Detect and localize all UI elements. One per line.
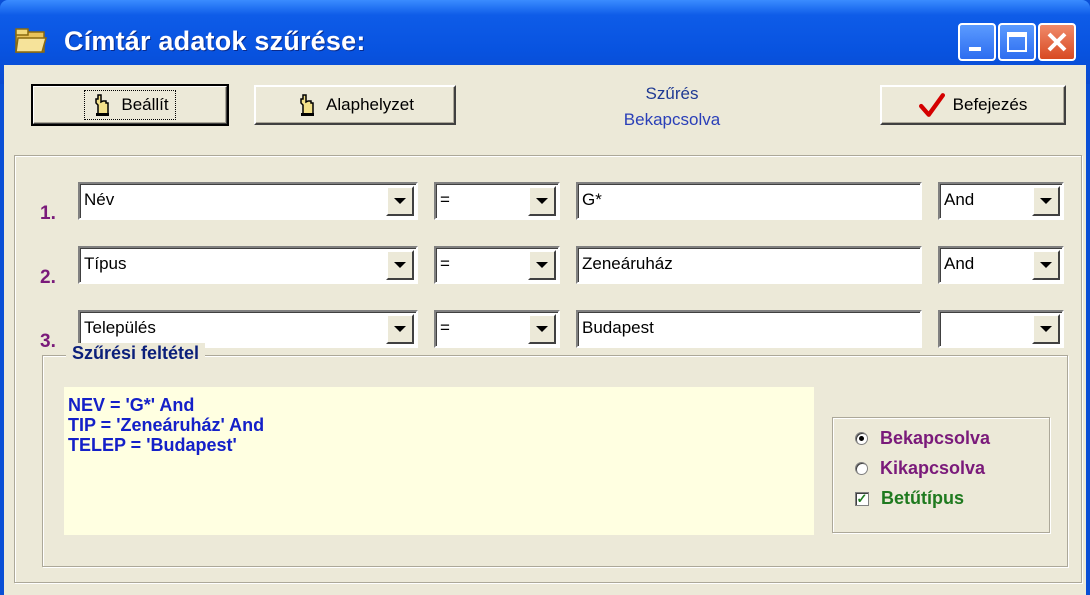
chevron-down-icon[interactable] (386, 250, 414, 280)
finish-button[interactable]: Befejezés (880, 85, 1066, 125)
logic-select[interactable] (938, 310, 1064, 348)
operator-select[interactable]: = (434, 246, 560, 284)
row-number: 2. (40, 267, 56, 288)
filter-options-group: Bekapcsolva Kikapcsolva ✓ Betűtípus (832, 417, 1050, 533)
filter-off-label: Kikapcsolva (880, 458, 986, 478)
logic-select[interactable]: And (938, 246, 1064, 284)
font-checkbox[interactable]: ✓ Betűtípus (855, 488, 964, 509)
field-select-value: Település (84, 318, 156, 337)
window-title: Címtár adatok szűrése: (64, 26, 366, 56)
row-number: 1. (40, 203, 56, 224)
value-input-text: Budapest (582, 318, 654, 337)
radio-selected-icon[interactable] (855, 432, 868, 445)
folder-icon (15, 28, 47, 53)
checkbox-checked-icon[interactable]: ✓ (855, 491, 869, 506)
filter-status: Szűrés Bekapcsolva (552, 81, 792, 133)
set-button[interactable]: Beállít (31, 84, 229, 126)
field-select[interactable]: Név (78, 182, 418, 220)
chevron-down-icon[interactable] (528, 314, 556, 344)
filter-condition-label: Szűrési feltétel (66, 343, 206, 364)
chevron-down-icon[interactable] (528, 186, 556, 216)
filter-line: TIP = 'Zeneáruház' And (68, 415, 265, 435)
field-select-value: Név (84, 190, 115, 209)
logic-select-value: And (944, 190, 975, 209)
value-input[interactable]: G* (576, 182, 922, 220)
filter-line: TELEP = 'Budapest' (68, 435, 237, 455)
filter-line: NEV = 'G*' And (68, 395, 195, 415)
hand-icon (95, 94, 110, 116)
field-select-value: Típus (84, 254, 127, 273)
checkmark-icon (918, 93, 945, 117)
chevron-down-icon[interactable] (386, 186, 414, 216)
window: Címtár adatok szűrése: Beállít Alaphelyz… (0, 0, 1090, 595)
value-input[interactable]: Budapest (576, 310, 922, 348)
status-line-1: Szűrés (645, 84, 699, 103)
status-line-2: Bekapcsolva (623, 110, 721, 129)
logic-select-value: And (944, 254, 975, 273)
finish-button-label: Befejezés (952, 95, 1028, 114)
filter-on-label: Bekapcsolva (880, 428, 991, 448)
chevron-down-icon[interactable] (1032, 314, 1060, 344)
maximize-icon (1007, 32, 1027, 52)
radio-icon[interactable] (855, 462, 868, 475)
value-input-text: Zeneáruház (582, 254, 673, 273)
reset-button[interactable]: Alaphelyzet (254, 85, 456, 125)
field-select[interactable]: Típus (78, 246, 418, 284)
minimize-icon (969, 47, 981, 51)
maximize-button[interactable] (998, 23, 1036, 61)
operator-select[interactable]: = (434, 182, 560, 220)
chevron-down-icon[interactable] (1032, 250, 1060, 280)
set-button-label: Beállít (121, 95, 169, 114)
close-icon (1047, 32, 1067, 52)
value-input[interactable]: Zeneáruház (576, 246, 922, 284)
reset-button-label: Alaphelyzet (326, 95, 414, 114)
minimize-button[interactable] (958, 23, 996, 61)
close-button[interactable] (1038, 23, 1076, 61)
client-area: Beállít Alaphelyzet Szűrés Bekapcsolva B… (4, 65, 1086, 595)
filter-off-radio[interactable]: Kikapcsolva (855, 458, 985, 479)
operator-select-value: = (440, 190, 450, 209)
operator-select[interactable]: = (434, 310, 560, 348)
chevron-down-icon[interactable] (386, 314, 414, 344)
operator-select-value: = (440, 318, 450, 337)
operator-select-value: = (440, 254, 450, 273)
chevron-down-icon[interactable] (528, 250, 556, 280)
font-checkbox-label: Betűtípus (881, 488, 964, 508)
filter-expression: NEV = 'G*' And TIP = 'Zeneáruház' And TE… (64, 387, 814, 535)
chevron-down-icon[interactable] (1032, 186, 1060, 216)
row-number: 3. (40, 331, 56, 352)
logic-select[interactable]: And (938, 182, 1064, 220)
filter-on-radio[interactable]: Bekapcsolva (855, 428, 990, 449)
value-input-text: G* (582, 190, 602, 209)
hand-icon (300, 94, 315, 116)
